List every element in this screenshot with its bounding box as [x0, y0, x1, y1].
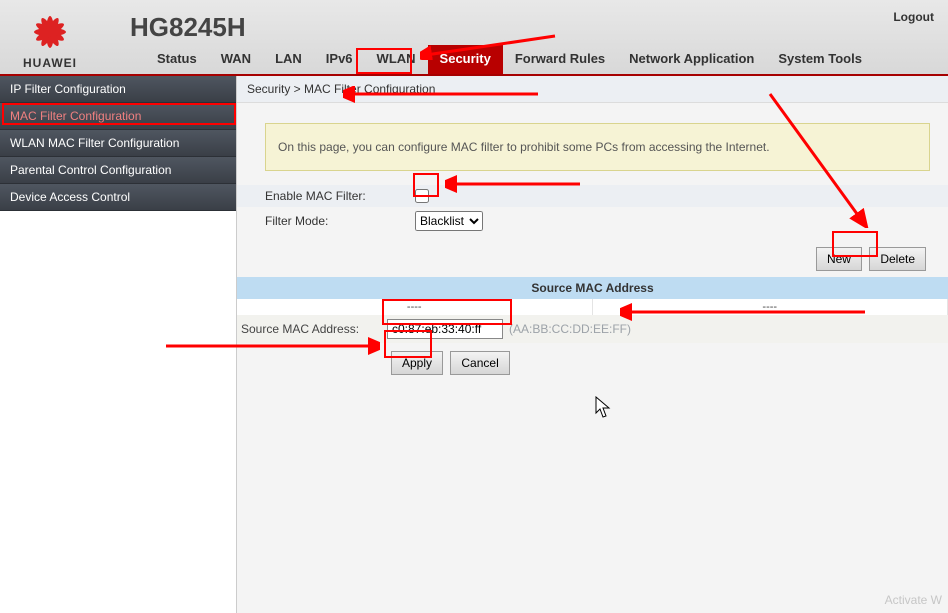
- nav-lan[interactable]: LAN: [263, 45, 314, 74]
- table-header: Source MAC Address: [237, 277, 948, 299]
- source-mac-label: Source MAC Address:: [241, 322, 381, 336]
- nav-wlan[interactable]: WLAN: [365, 45, 428, 74]
- delete-button[interactable]: Delete: [869, 247, 926, 271]
- enable-mac-filter-label: Enable MAC Filter:: [265, 189, 415, 203]
- nav-wan[interactable]: WAN: [209, 45, 263, 74]
- nav-ipv6[interactable]: IPv6: [314, 45, 365, 74]
- logo-area: HUAWEI: [0, 4, 100, 74]
- nav-system-tools[interactable]: System Tools: [766, 45, 874, 74]
- activate-windows-watermark: Activate W: [885, 593, 942, 607]
- nav-security[interactable]: Security: [428, 45, 503, 74]
- huawei-logo-icon: [18, 10, 82, 54]
- info-box: On this page, you can configure MAC filt…: [265, 123, 930, 171]
- table-subheader: ---- ----: [237, 299, 948, 315]
- nav-status[interactable]: Status: [145, 45, 209, 74]
- sidebar-item-parental-control[interactable]: Parental Control Configuration: [0, 157, 236, 184]
- table-sub-0: ----: [237, 299, 593, 315]
- mac-hint: (AA:BB:CC:DD:EE:FF): [509, 322, 631, 336]
- model-text: HG8245H: [130, 12, 246, 43]
- row-filter-mode: Filter Mode: Blacklist Whitelist: [237, 207, 948, 235]
- logout-link[interactable]: Logout: [893, 10, 934, 24]
- apply-button[interactable]: Apply: [391, 351, 443, 375]
- nav-forward-rules[interactable]: Forward Rules: [503, 45, 617, 74]
- brand-text: HUAWEI: [23, 56, 77, 70]
- sidebar-item-device-access[interactable]: Device Access Control: [0, 184, 236, 211]
- sidebar: IP Filter Configuration MAC Filter Confi…: [0, 76, 236, 613]
- sidebar-item-ip-filter[interactable]: IP Filter Configuration: [0, 76, 236, 103]
- cancel-button[interactable]: Cancel: [450, 351, 509, 375]
- sidebar-item-wlan-mac-filter[interactable]: WLAN MAC Filter Configuration: [0, 130, 236, 157]
- nav-network-application[interactable]: Network Application: [617, 45, 766, 74]
- table-sub-1: ----: [593, 299, 948, 315]
- filter-mode-select[interactable]: Blacklist Whitelist: [415, 211, 483, 231]
- new-button[interactable]: New: [816, 247, 862, 271]
- filter-mode-label: Filter Mode:: [265, 214, 415, 228]
- sidebar-item-mac-filter[interactable]: MAC Filter Configuration: [0, 103, 236, 130]
- table-input-row: Source MAC Address: (AA:BB:CC:DD:EE:FF): [237, 315, 948, 343]
- header: HUAWEI HG8245H Status WAN LAN IPv6 WLAN …: [0, 0, 948, 76]
- button-row-top: New Delete: [237, 235, 948, 277]
- main-nav: Status WAN LAN IPv6 WLAN Security Forwar…: [145, 44, 874, 74]
- row-enable-mac-filter: Enable MAC Filter:: [237, 185, 948, 207]
- main: IP Filter Configuration MAC Filter Confi…: [0, 76, 948, 613]
- action-row: Apply Cancel: [237, 343, 948, 383]
- breadcrumb: Security > MAC Filter Configuration: [237, 76, 948, 103]
- source-mac-input[interactable]: [387, 319, 503, 339]
- mac-table: Source MAC Address ---- ---- Source MAC …: [237, 277, 948, 343]
- enable-mac-filter-checkbox[interactable]: [415, 189, 429, 203]
- content: Security > MAC Filter Configuration On t…: [236, 76, 948, 613]
